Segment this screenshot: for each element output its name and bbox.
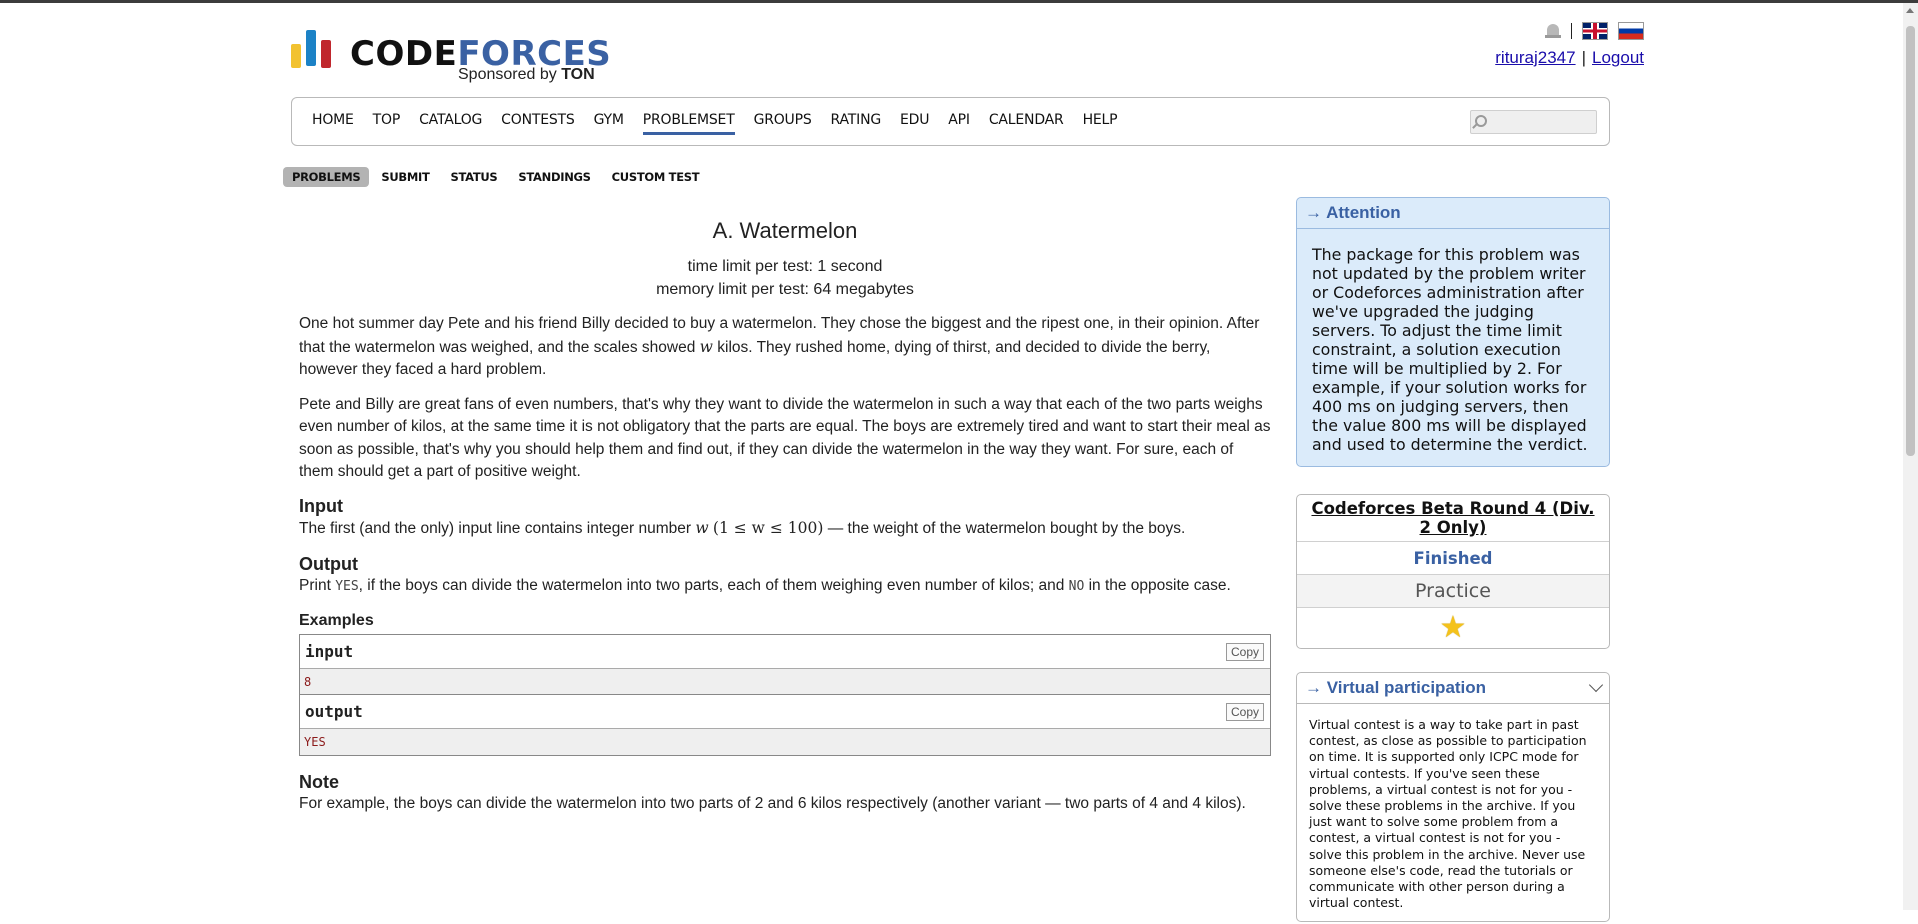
ru-flag-icon[interactable] <box>1618 22 1644 40</box>
virtual-participation-title: → Virtual participation <box>1305 678 1487 697</box>
legend-paragraph-1: One hot summer day Pete and his friend B… <box>299 315 1260 378</box>
user-links: rituraj2347 | Logout <box>1495 48 1644 68</box>
note-text: For example, the boys can divide the wat… <box>299 794 1246 812</box>
copy-output-button[interactable]: Copy <box>1225 702 1264 721</box>
sample-input-value: 8 <box>304 674 312 689</box>
legend-paragraph-2: Pete and Billy are great fans of even nu… <box>299 395 1271 481</box>
sample-output-value: YES <box>304 734 326 749</box>
header-separator <box>1571 23 1572 39</box>
virtual-participation-text: Virtual contest is a way to take part in… <box>1309 717 1587 911</box>
top-border <box>0 0 1918 3</box>
menu-item-catalog[interactable]: CATALOG <box>419 112 482 135</box>
menu-item-edu[interactable]: EDU <box>900 112 929 135</box>
user-links-separator: | <box>1581 48 1586 67</box>
output-specification: Print YES, if the boys can divide the wa… <box>299 576 1231 594</box>
memory-limit: memory limit per test: 64 megabytes <box>656 281 914 298</box>
menu-item-contests[interactable]: CONTESTS <box>501 112 575 135</box>
search-input[interactable] <box>1491 113 1591 131</box>
menu-item-groups[interactable]: GROUPS <box>754 112 812 135</box>
virtual-participation-box: → Virtual participation Virtual contest … <box>1296 672 1610 922</box>
logo-bar-yellow <box>291 44 301 68</box>
scroll-up-arrow-icon[interactable] <box>1906 8 1914 13</box>
copy-input-button[interactable]: Copy <box>1225 642 1264 661</box>
contest-practice: Practice <box>1297 575 1609 608</box>
contest-name-row: Codeforces Beta Round 4 (Div. 2 Only) <box>1297 495 1609 542</box>
search-box[interactable] <box>1470 110 1597 134</box>
sample-output-body: YES <box>300 728 1270 755</box>
submenu-standings[interactable]: STANDINGS <box>509 167 599 187</box>
note-title: Note <box>299 771 339 792</box>
problemset-submenu: PROBLEMS SUBMIT STATUS STANDINGS CUSTOM … <box>283 167 708 187</box>
contest-status: Finished <box>1297 542 1609 575</box>
attention-box: → Attention The package for this problem… <box>1296 197 1610 467</box>
sample-input-body: 8 <box>300 668 1270 695</box>
search-icon <box>1475 115 1487 127</box>
problem-title: A. Watermelon <box>712 218 858 243</box>
menu-item-problemset[interactable]: PROBLEMSET <box>642 112 735 135</box>
attention-text: The package for this problem was not upd… <box>1312 245 1588 454</box>
sample-input-label: input <box>305 641 354 661</box>
sample-output-label: output <box>305 701 363 721</box>
contest-info-box: Codeforces Beta Round 4 (Div. 2 Only) Fi… <box>1296 494 1610 649</box>
logo-bar-red <box>321 40 331 68</box>
menu-item-api[interactable]: API <box>948 112 970 135</box>
logo-sponsor: Sponsored by TON <box>458 66 595 83</box>
sample-test: input Copy 8 output Copy YES <box>299 633 1271 756</box>
menu-item-rating[interactable]: RATING <box>831 112 882 135</box>
problem-statement: A. Watermelon time limit per test: 1 sec… <box>299 216 1271 815</box>
header-icons <box>1545 22 1644 40</box>
bell-icon[interactable] <box>1545 22 1561 40</box>
main-menu: HOME TOP CATALOG CONTESTS GYM PROBLEMSET… <box>291 97 1610 146</box>
submenu-status[interactable]: STATUS <box>442 167 507 187</box>
submenu-custom-test[interactable]: CUSTOM TEST <box>603 167 709 187</box>
favourite-row: ★ <box>1297 608 1609 648</box>
sample-output-header: output Copy <box>300 694 1270 729</box>
menu-item-top[interactable]: TOP <box>373 112 401 135</box>
examples-title: Examples <box>299 611 374 629</box>
sample-input-header: input Copy <box>300 634 1270 669</box>
submenu-problems[interactable]: PROBLEMS <box>283 167 370 187</box>
logout-link[interactable]: Logout <box>1592 48 1644 67</box>
menu-item-home[interactable]: HOME <box>312 112 354 135</box>
uk-flag-icon[interactable] <box>1582 22 1608 40</box>
username-link[interactable]: rituraj2347 <box>1495 48 1575 67</box>
chevron-down-icon[interactable] <box>1588 677 1604 693</box>
scrollbar-thumb[interactable] <box>1906 26 1915 456</box>
problem-legend: One hot summer day Pete and his friend B… <box>299 313 1271 484</box>
contest-name-link[interactable]: Codeforces Beta Round 4 (Div. 2 Only) <box>1311 499 1594 537</box>
virtual-participation-header: → Virtual participation <box>1297 673 1609 704</box>
output-section-title: Output <box>299 553 358 574</box>
submenu-submit[interactable]: SUBMIT <box>372 167 438 187</box>
menu-item-help[interactable]: HELP <box>1083 112 1118 135</box>
attention-title: → Attention <box>1297 198 1609 229</box>
time-limit: time limit per test: 1 second <box>687 258 883 275</box>
input-section-title: Input <box>299 495 343 516</box>
menu-item-gym[interactable]: GYM <box>594 112 624 135</box>
star-icon[interactable]: ★ <box>1440 612 1467 644</box>
logo-bar-blue <box>306 30 316 66</box>
problem-limits: time limit per test: 1 second memory lim… <box>299 255 1271 301</box>
input-specification: The first (and the only) input line cont… <box>299 518 1186 537</box>
menu-item-calendar[interactable]: CALENDAR <box>989 112 1064 135</box>
codeforces-logo[interactable]: CODEFORCES Sponsored by TON <box>290 28 611 88</box>
